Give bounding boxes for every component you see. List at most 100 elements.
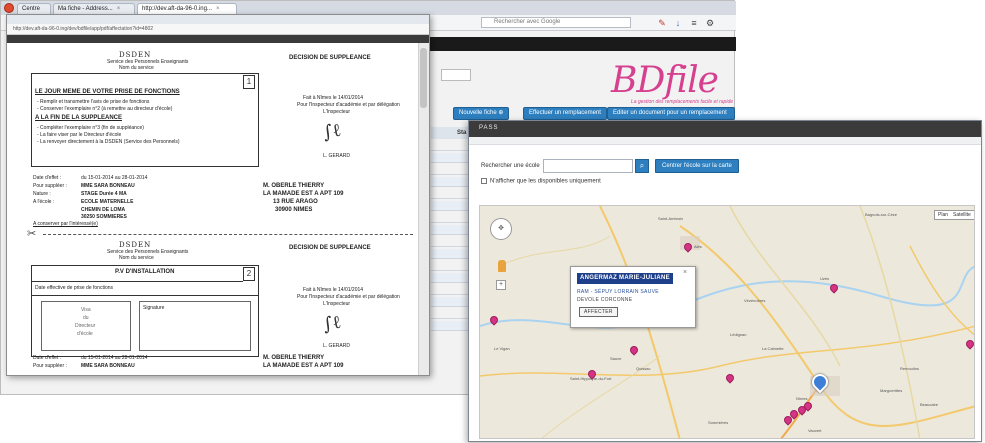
table-row[interactable]	[431, 309, 473, 319]
table-header: Sta	[431, 127, 473, 139]
date-place: Fait à Nîmes le 14/01/2014	[303, 95, 364, 101]
place-label: Sauve	[610, 356, 622, 361]
settings-icon[interactable]: ⚙	[705, 18, 715, 28]
close-icon[interactable]: ×	[216, 6, 220, 12]
dsden-service: Nom du service	[119, 255, 154, 261]
search-placeholder: Rechercher avec Google	[494, 19, 561, 25]
pan-control-icon[interactable]: ✥	[490, 218, 512, 240]
place-label: Marguerittes	[880, 388, 903, 393]
map-type-control[interactable]: Plan Satellite	[934, 210, 974, 220]
recipient-city: 30900 NIMES	[275, 207, 313, 213]
table-row[interactable]	[431, 321, 473, 331]
table-row[interactable]	[431, 213, 473, 223]
make-replacement-button[interactable]: Effectuer un remplacement	[523, 107, 607, 120]
button-label: Effectuer un remplacement	[529, 110, 601, 116]
school-address: CHEMIN DE LOMA	[81, 207, 126, 213]
pdf-toolbar	[7, 35, 429, 43]
recipient-address: LA MAMADE EST A APT 109	[263, 363, 344, 369]
search-input[interactable]: Rechercher avec Google	[481, 17, 631, 28]
signatory-role: L'Inspecteur	[323, 301, 351, 307]
recipient-name: M. OBERLE THIERRY	[263, 355, 325, 361]
step-number: 1	[243, 75, 255, 89]
close-icon[interactable]: ×	[117, 6, 121, 12]
table-row[interactable]	[431, 177, 473, 187]
map-roads	[480, 206, 974, 438]
table-row[interactable]	[431, 297, 473, 307]
pdf-popup-window: http://dev.aft-da-96-0.ing/dev/bdfile/ap…	[6, 14, 430, 376]
field-label: Nature :	[33, 191, 51, 197]
place-label: Le Vigan	[494, 346, 510, 351]
dsden-title: DSDEN	[119, 51, 152, 59]
search-label: Rechercher une école	[481, 163, 540, 169]
button-label: Nouvelle fiche	[459, 110, 497, 116]
map-canvas[interactable]: Plan Satellite ✥ + Bagnols-sur-Cèze Saint…	[479, 205, 975, 439]
info-locality: DEVOLE CORCONNE	[577, 297, 633, 303]
school-search-input[interactable]	[543, 159, 633, 173]
browser-logo-icon[interactable]	[4, 3, 14, 13]
stamp-line: du	[83, 315, 89, 321]
scrollbar-thumb[interactable]	[420, 48, 427, 108]
place-label: Vauvert	[808, 428, 822, 433]
signature-name: L. GERARD	[323, 153, 350, 159]
instruction-heading: LE JOUR MEME DE VOTRE PRISE DE FONCTIONS	[35, 89, 180, 95]
field-label: Pour suppléer :	[33, 363, 67, 369]
only-available-toggle[interactable]: N'afficher que les disponibles uniquemen…	[481, 178, 601, 185]
field-label: Date d'effet :	[33, 175, 62, 181]
recipient-name: M. OBERLE THIERRY	[263, 183, 325, 189]
signature-icon: ∫ℓ	[321, 311, 343, 336]
assign-button[interactable]: AFFECTER	[579, 307, 618, 317]
cut-line	[43, 234, 413, 235]
table-row[interactable]	[431, 165, 473, 175]
instruction-line: - La faire viser par le Directeur d'écol…	[37, 132, 122, 138]
search-button[interactable]: ⌕	[635, 159, 649, 173]
instruction-heading: A LA FIN DE LA SUPPLEANCE	[35, 115, 123, 121]
download-icon[interactable]: ↓	[673, 18, 683, 28]
decision-title: DECISION DE SUPPLEANCE	[289, 245, 371, 251]
table-row[interactable]	[431, 225, 473, 235]
app-select[interactable]	[441, 69, 471, 81]
map-type-plan[interactable]: Plan	[938, 212, 948, 218]
field-value: STAGE Durée 4 MA	[81, 191, 127, 197]
map-panel: PASS Rechercher une école ⌕ Centrer l'éc…	[468, 120, 982, 442]
field-value: ECOLE MATERNELLE	[81, 199, 134, 205]
field-label: Pour suppléer :	[33, 183, 67, 189]
street-view-icon[interactable]	[498, 260, 506, 272]
table-row[interactable]	[431, 237, 473, 247]
footer-note: A conserver par l'intéressé(e)	[33, 221, 98, 227]
close-icon[interactable]: ×	[683, 269, 687, 276]
panel-subbar	[469, 137, 981, 145]
table-row[interactable]	[431, 261, 473, 271]
new-record-button[interactable]: Nouvelle fiche ⊕	[453, 107, 510, 120]
place-label: Quissac	[636, 366, 651, 371]
field-value: MME SARA BONNEAU	[81, 183, 135, 189]
table-row[interactable]	[431, 249, 473, 259]
map-type-satellite[interactable]: Satellite	[953, 212, 971, 218]
table-row[interactable]	[431, 285, 473, 295]
table-row[interactable]	[431, 141, 473, 151]
edit-document-button[interactable]: Editer un document pour un remplacement	[607, 107, 735, 120]
instruction-line: - Conserver l'exemplaire n°2 (à remettre…	[37, 106, 173, 112]
panel-title: PASS	[479, 125, 499, 131]
center-school-button[interactable]: Centrer l'école sur la carte	[655, 159, 739, 173]
table-row[interactable]	[431, 273, 473, 283]
menu-icon[interactable]: ≡	[689, 18, 699, 28]
marker-info-window: × ANGERMAZ MARIE-JULIANE RAM - SÉPUY LOR…	[570, 266, 696, 328]
tab-label: Ma fiche - Address...	[58, 6, 113, 12]
table-row[interactable]	[431, 201, 473, 211]
field-value: du 15-01-2014 au 28-01-2014	[81, 355, 148, 361]
bookmark-icon[interactable]: ✎	[657, 18, 667, 28]
tab-label: http://dev.aft-da-96-0.ing...	[142, 6, 212, 12]
table-row[interactable]	[431, 189, 473, 199]
place-label: Bagnols-sur-Cèze	[865, 212, 898, 217]
place-label: Nîmes	[796, 396, 808, 401]
table-row[interactable]	[431, 153, 473, 163]
button-label: Editer un document pour un remplacement	[613, 110, 727, 116]
signature-label: Signature	[143, 305, 165, 311]
teacher-name: ANGERMAZ MARIE-JULIANE	[577, 273, 673, 284]
field-label: Date d'effet :	[33, 355, 62, 361]
zoom-in-icon[interactable]: +	[496, 280, 506, 290]
popup-url-bar[interactable]: http://dev.aft-da-96-0.ing/dev/bdfile/ap…	[7, 24, 429, 35]
checkbox[interactable]	[481, 178, 487, 184]
place-label: Remoulins	[900, 366, 919, 371]
place-label: Vézénobres	[744, 298, 766, 303]
